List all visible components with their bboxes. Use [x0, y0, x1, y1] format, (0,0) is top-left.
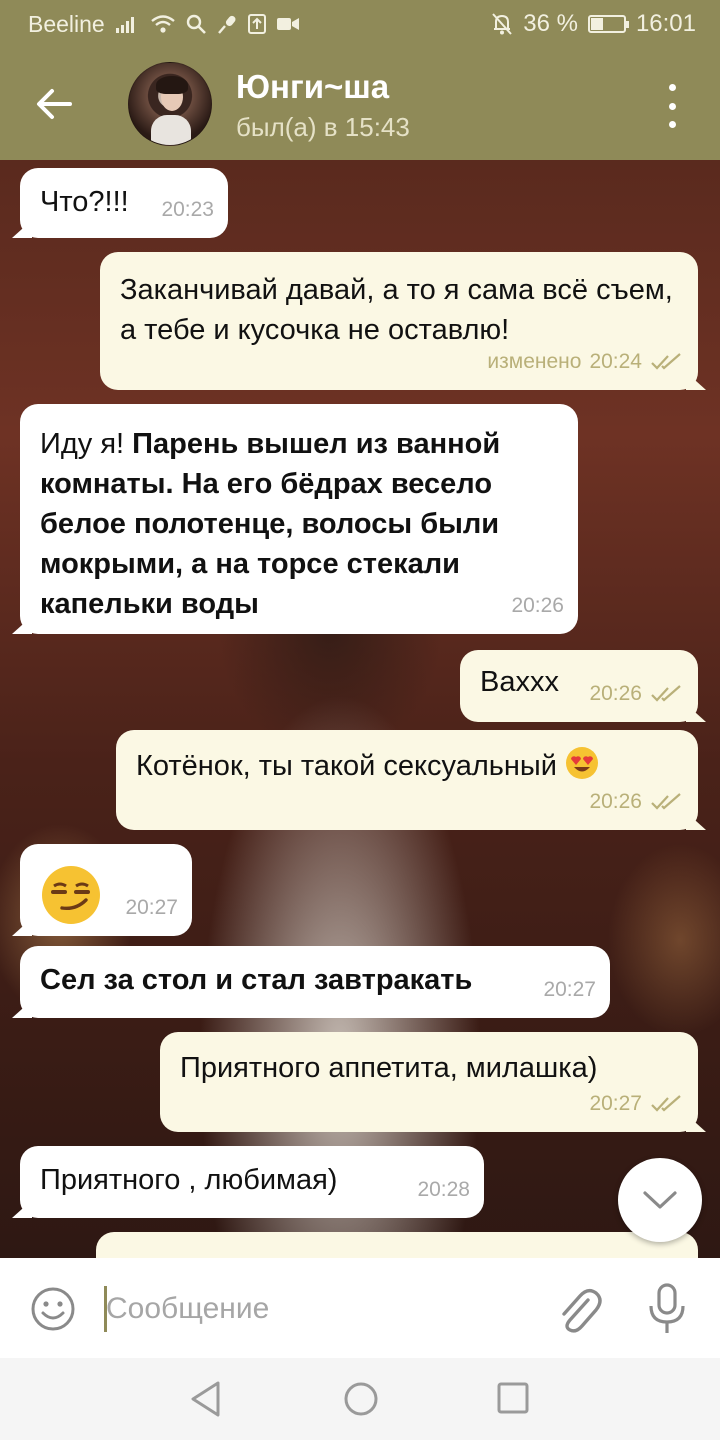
message-incoming[interactable]: Что?!!! 20:23	[20, 168, 228, 238]
read-ticks-icon	[651, 1095, 681, 1112]
message-time: 20:28	[417, 1178, 470, 1201]
message-text: Сел за стол и стал завтракать	[40, 964, 473, 996]
avatar-shirt	[151, 115, 191, 145]
battery-icon	[587, 15, 629, 33]
message-edited-label: изменено	[487, 350, 582, 373]
message-incoming[interactable]: Иду я! Парень вышел из ванной комнаты. Н…	[20, 404, 578, 634]
message-outgoing[interactable]: Заканчивай давай, а то я сама всё съем, …	[100, 252, 698, 390]
message-outgoing[interactable]: Я	[96, 1232, 698, 1258]
more-menu-icon[interactable]	[660, 84, 684, 128]
status-bar: Beeline 36 % 16:01	[0, 0, 720, 48]
message-meta: 20:26	[589, 674, 684, 714]
message-meta: 20:27	[589, 1084, 684, 1124]
battery-fill	[590, 18, 604, 30]
avatar[interactable]	[128, 62, 212, 146]
nav-recent-apps-icon[interactable]	[496, 1381, 530, 1415]
emoji-picker-icon[interactable]	[30, 1286, 76, 1332]
nav-home-circle-icon[interactable]	[342, 1380, 380, 1418]
read-ticks-icon	[651, 793, 681, 810]
video-camera-icon	[276, 18, 299, 30]
search-icon	[186, 14, 206, 34]
contact-name[interactable]: Юнги~ша	[236, 68, 389, 106]
system-navigation-bar	[0, 1358, 720, 1440]
message-meta: 20:23	[161, 190, 214, 230]
message-meta: изменено 20:24	[487, 342, 684, 382]
carrier-label: Beeline	[28, 10, 105, 37]
nav-back-triangle-icon[interactable]	[188, 1380, 224, 1418]
message-text: Вахxx	[480, 666, 559, 698]
message-time: 20:27	[589, 1092, 642, 1115]
upload-icon	[247, 14, 266, 34]
chat-area[interactable]: Что?!!! 20:23 Заканчивай давай, а то я с…	[0, 160, 720, 1258]
chevron-down-icon	[643, 1191, 677, 1209]
avatar-hair	[156, 76, 188, 94]
message-incoming[interactable]: 20:27	[20, 844, 192, 936]
signal-icon	[115, 17, 134, 33]
message-meta: 20:27	[543, 970, 596, 1010]
message-outgoing[interactable]: Вахxx 20:26	[460, 650, 698, 722]
message-time: 20:26	[589, 790, 642, 813]
read-ticks-icon	[651, 353, 681, 370]
read-ticks-icon	[651, 685, 681, 702]
smirk-emoji-icon	[42, 866, 100, 924]
message-time: 20:23	[161, 198, 214, 221]
status-right: 36 % 16:01	[491, 10, 696, 38]
message-incoming[interactable]: Сел за стол и стал завтракать 20:27	[20, 946, 610, 1018]
battery-percent: 36 %	[523, 10, 578, 37]
message-time: 20:26	[589, 682, 642, 705]
message-input[interactable]	[106, 1284, 526, 1334]
message-meta: 20:26	[589, 782, 684, 822]
message-meta: 20:28	[417, 1170, 470, 1210]
message-composer	[0, 1258, 720, 1358]
scroll-down-button[interactable]	[618, 1158, 702, 1242]
message-text: Приятного аппетита, милашка)	[180, 1052, 598, 1084]
status-icons	[115, 13, 300, 35]
message-text: Приятного , любимая)	[40, 1164, 338, 1196]
message-text: Заканчивай давай, а то я сама всё съем, …	[120, 274, 673, 346]
message-time: 20:27	[125, 896, 178, 919]
message-text-plain: Иду я!	[40, 428, 133, 460]
heart-eyes-emoji-icon	[566, 747, 599, 780]
message-outgoing[interactable]: Котёнок, ты такой сексуальный 20:26	[116, 730, 698, 830]
attach-paperclip-icon[interactable]	[552, 1282, 602, 1336]
message-text: Котёнок, ты такой сексуальный	[136, 750, 557, 782]
message-time: 20:27	[543, 978, 596, 1001]
message-meta: 20:27	[125, 888, 178, 928]
contact-last-seen: был(а) в 15:43	[236, 112, 410, 142]
message-text: Что?!!!	[40, 186, 129, 218]
chat-header: Юнги~ша был(а) в 15:43	[0, 48, 720, 160]
back-arrow-icon[interactable]	[34, 84, 74, 124]
message-meta: 20:26	[511, 586, 564, 626]
message-time: 20:24	[589, 350, 642, 373]
microphone-status-icon	[217, 15, 236, 34]
clock: 16:01	[635, 10, 696, 37]
wifi-icon	[150, 15, 175, 33]
message-outgoing[interactable]: Приятного аппетита, милашка) 20:27	[160, 1032, 698, 1132]
microphone-icon[interactable]	[644, 1282, 690, 1336]
message-incoming[interactable]: Приятного , любимая) 20:28	[20, 1146, 484, 1218]
mute-bell-icon	[492, 13, 512, 35]
message-time: 20:26	[511, 594, 564, 617]
